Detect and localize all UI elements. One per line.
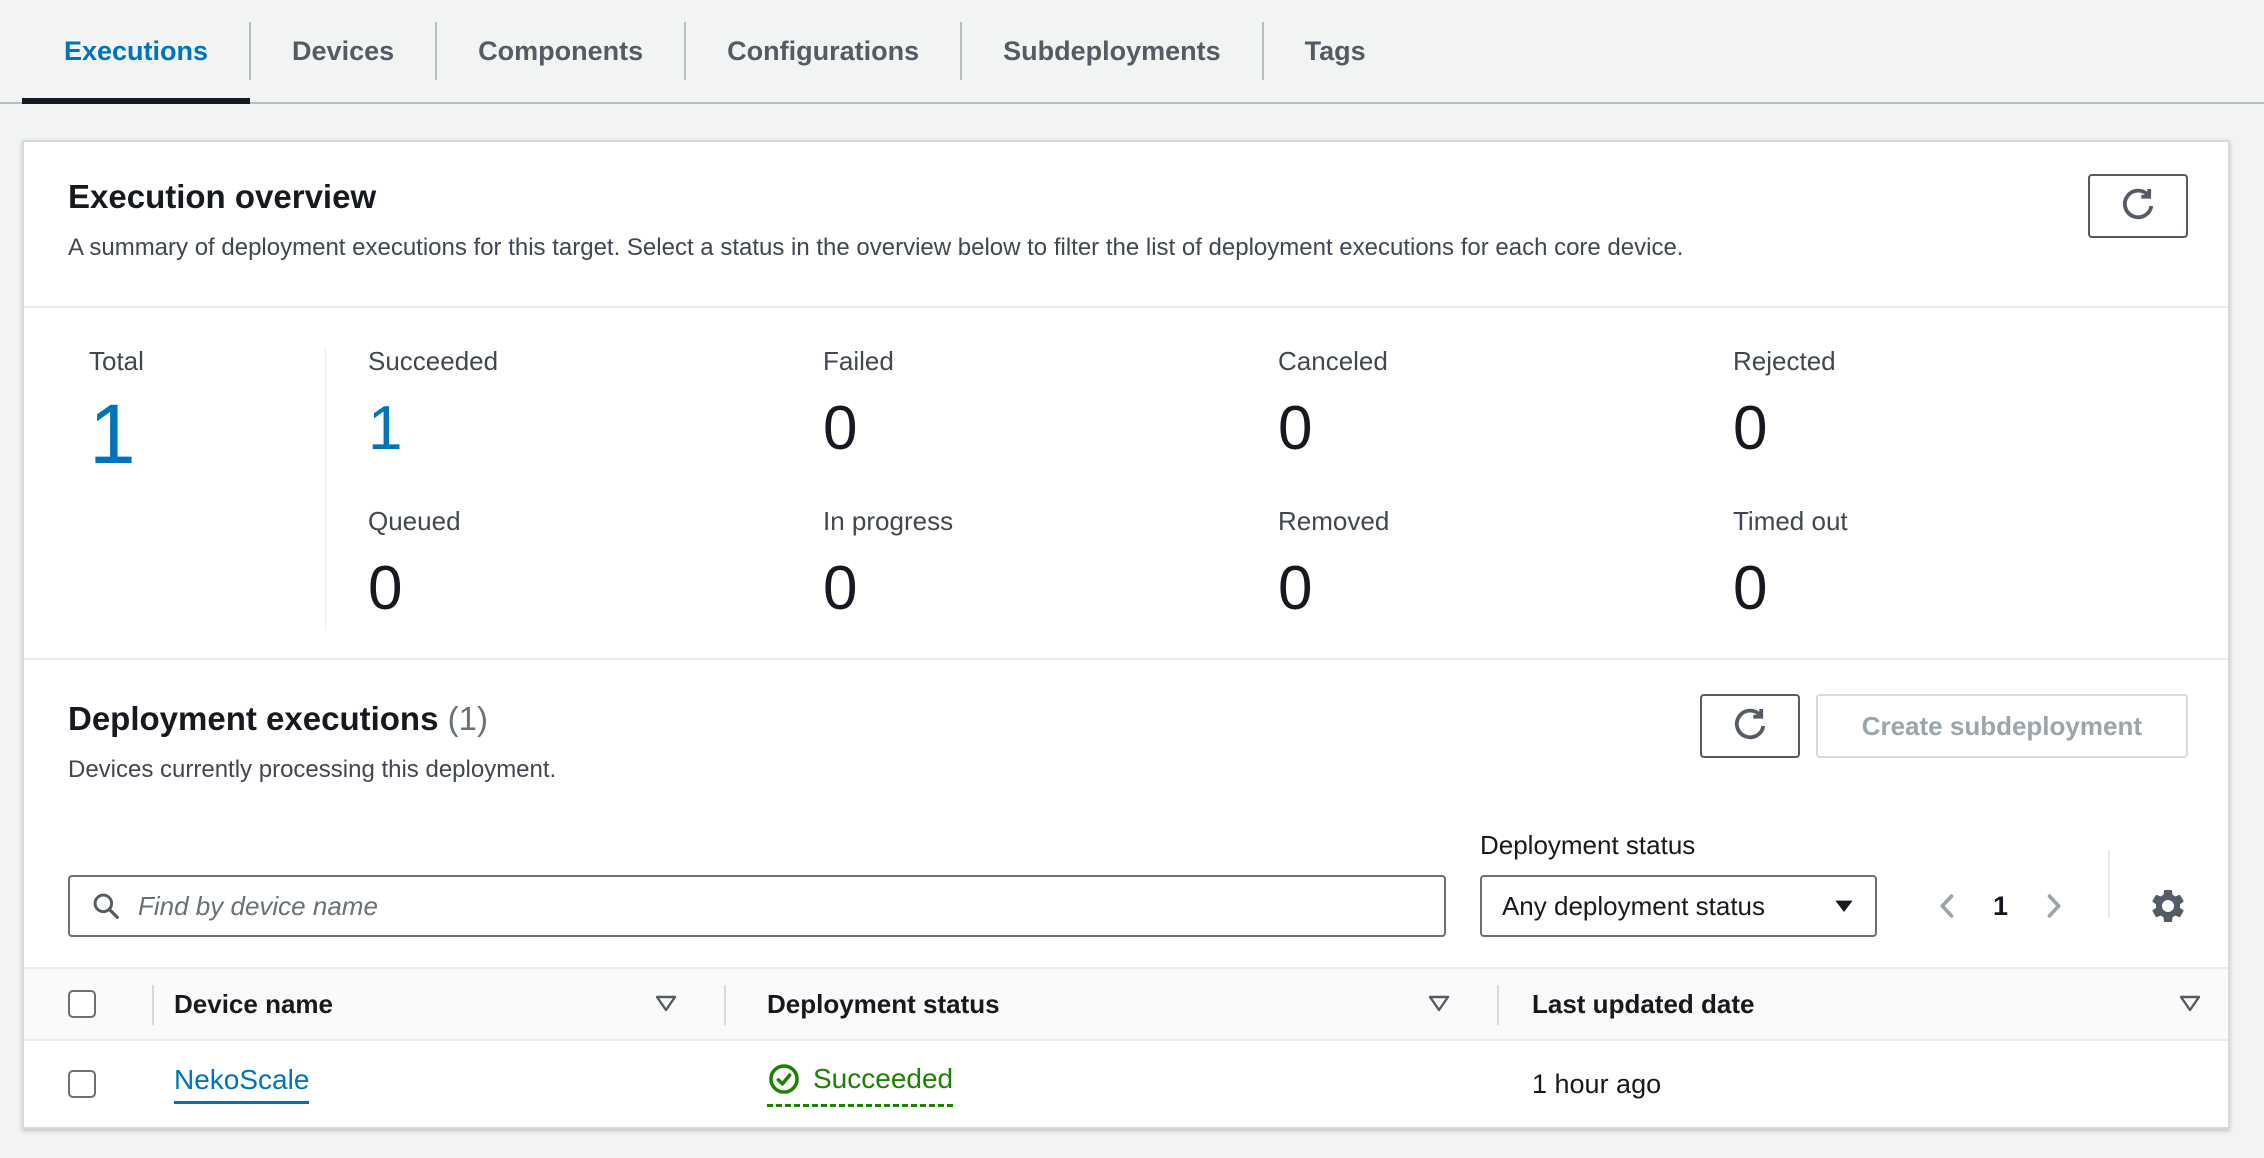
sort-icon [1427, 993, 1451, 1015]
stat-total-label: Total [89, 344, 325, 378]
create-subdeployment-button[interactable]: Create subdeployment [1816, 694, 2188, 758]
next-page-button[interactable] [2036, 889, 2070, 923]
column-header-last-updated[interactable]: Last updated date [1497, 969, 2228, 1039]
tab-configurations[interactable]: Configurations [685, 0, 961, 102]
stat-in-progress-value: 0 [823, 544, 1278, 634]
sort-icon [654, 993, 678, 1015]
tab-subdeployments[interactable]: Subdeployments [961, 0, 1263, 102]
deployment-executions-table: Device name Deployment status Last updat… [24, 967, 2228, 1127]
device-search-input[interactable] [138, 891, 1424, 922]
status-badge[interactable]: Succeeded [767, 1062, 953, 1107]
table-row: NekoScale Succeeded 1 hour ago [24, 1041, 2228, 1127]
stat-removed-value: 0 [1278, 544, 1733, 634]
stat-failed-value: 0 [823, 384, 1278, 474]
stat-queued: Queued 0 [368, 504, 823, 634]
stat-timed-out: Timed out 0 [1733, 504, 2188, 634]
tab-devices[interactable]: Devices [250, 0, 436, 102]
row-checkbox[interactable] [68, 1070, 96, 1098]
deployment-status-select[interactable]: Any deployment status [1480, 875, 1877, 937]
select-all-cell [24, 990, 152, 1018]
execution-overview-title: Execution overview [68, 178, 2188, 216]
stat-rejected-value: 0 [1733, 384, 2188, 474]
refresh-overview-button[interactable] [2088, 174, 2188, 238]
filter-row-divider [2108, 850, 2110, 918]
refresh-icon [2118, 186, 2158, 226]
stat-failed: Failed 0 [823, 344, 1278, 474]
executions-card: Execution overview A summary of deployme… [22, 140, 2230, 1129]
chevron-left-icon [1931, 889, 1965, 923]
deployment-executions-count: (1) [448, 700, 488, 737]
refresh-table-button[interactable] [1700, 694, 1800, 758]
gear-icon [2148, 886, 2188, 926]
row-select-cell [24, 1070, 152, 1098]
stat-succeeded-value[interactable]: 1 [368, 384, 823, 474]
pagination: 1 [1931, 875, 2070, 937]
current-page-number[interactable]: 1 [1993, 891, 2008, 922]
table-header-row: Device name Deployment status Last updat… [24, 969, 2228, 1041]
tab-components[interactable]: Components [436, 0, 685, 102]
execution-overview-header: Execution overview A summary of deployme… [24, 142, 2228, 308]
chevron-right-icon [2036, 889, 2070, 923]
tab-tags[interactable]: Tags [1263, 0, 1408, 102]
previous-page-button[interactable] [1931, 889, 1965, 923]
column-header-deployment-status[interactable]: Deployment status [724, 969, 1497, 1039]
deployment-status-filter: Deployment status Any deployment status [1480, 830, 1877, 937]
sort-icon [2178, 993, 2202, 1015]
stat-rejected: Rejected 0 [1733, 344, 2188, 474]
device-name-cell: NekoScale [152, 1064, 724, 1104]
search-icon [90, 890, 122, 922]
tab-executions[interactable]: Executions [22, 0, 250, 102]
table-settings-button[interactable] [2148, 875, 2188, 937]
stats-grid: Succeeded 1 Failed 0 Canceled 0 Rejected… [368, 344, 2188, 634]
deployment-executions-description: Devices currently processing this deploy… [68, 756, 2188, 784]
execution-overview-description: A summary of deployment executions for t… [68, 234, 2188, 262]
stat-succeeded: Succeeded 1 [368, 344, 823, 474]
stat-canceled-value: 0 [1278, 384, 1733, 474]
deployment-status-filter-label: Deployment status [1480, 830, 1877, 861]
stats-divider [325, 348, 326, 630]
select-all-checkbox[interactable] [68, 990, 96, 1018]
stat-in-progress: In progress 0 [823, 504, 1278, 634]
refresh-icon [1730, 706, 1770, 746]
execution-stats: Total 1 Succeeded 1 Failed 0 Canceled 0 … [24, 308, 2228, 660]
last-updated-cell: 1 hour ago [1497, 1069, 2228, 1100]
column-header-device-name[interactable]: Device name [152, 969, 724, 1039]
stat-total-value: 1 [89, 384, 325, 484]
table-filter-row: Deployment status Any deployment status … [24, 784, 2228, 967]
deployment-executions-actions: Create subdeployment [1700, 694, 2188, 758]
caret-down-icon [1831, 893, 1857, 919]
device-name-link[interactable]: NekoScale [174, 1064, 309, 1104]
stat-removed: Removed 0 [1278, 504, 1733, 634]
deployment-status-cell: Succeeded [724, 1062, 1497, 1107]
deployment-executions-header: Deployment executions (1) Devices curren… [24, 660, 2228, 784]
device-search-box [68, 875, 1446, 937]
stat-queued-value: 0 [368, 544, 823, 634]
stat-canceled: Canceled 0 [1278, 344, 1733, 474]
stat-timed-out-value: 0 [1733, 544, 2188, 634]
check-circle-icon [767, 1062, 801, 1096]
stat-total: Total 1 [89, 344, 325, 634]
tabs-bar: Executions Devices Components Configurat… [0, 0, 2264, 104]
